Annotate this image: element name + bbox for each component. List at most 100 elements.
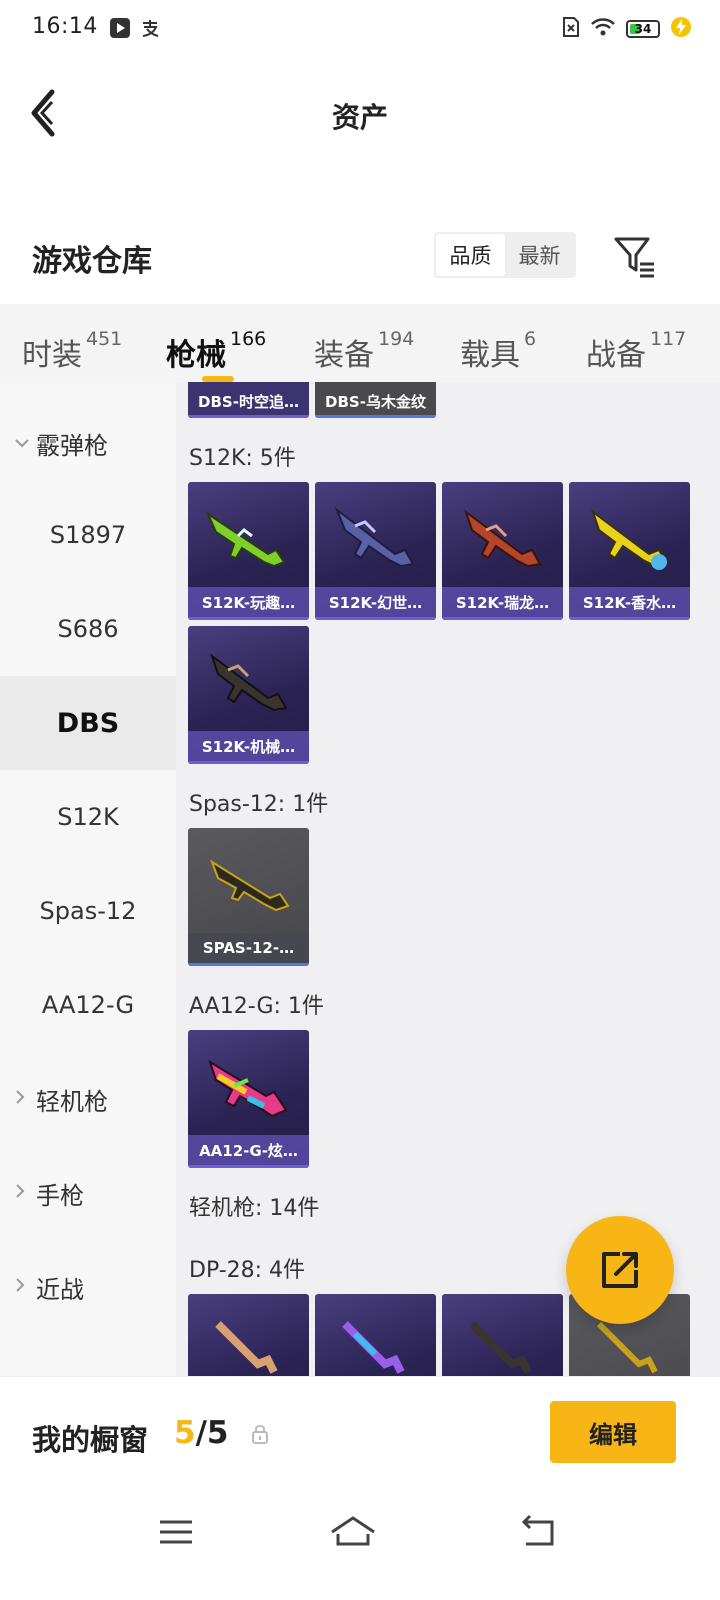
gun-image [591, 509, 669, 570]
sidebar-item-label: Spas-12 [39, 897, 137, 925]
item-row: S12K-机械… [188, 626, 309, 764]
tab-count: 451 [86, 328, 123, 350]
item-card-s12k-5[interactable]: S12K-机械… [188, 626, 309, 764]
item-card-s12k-2[interactable]: S12K-幻世… [315, 482, 436, 620]
chevron-right-icon [14, 1277, 36, 1298]
sidebar-item-dbs[interactable]: DBS [0, 676, 176, 770]
tab-fashion[interactable]: 时装 451 [22, 304, 122, 382]
showcase-title: 我的橱窗 [32, 1423, 149, 1457]
item-card-dbs-1[interactable]: DBS-时空追… [188, 382, 309, 418]
battery-icon: 34 [626, 20, 660, 38]
sidebar-item-s12k[interactable]: S12K [0, 770, 176, 864]
section-title-lmg: 轻机枪: 14件 [189, 1196, 320, 1221]
chevron-right-icon [14, 1089, 36, 1110]
chevron-right-icon [14, 1183, 36, 1204]
category-sidebar: 霰弹枪 S1897 S686 DBS S12K Spas-12 AA12-G 轻… [0, 382, 176, 1402]
sidebar-item-label: S686 [57, 615, 119, 643]
chevron-down-icon [14, 433, 36, 454]
item-label: AA12-G-炫… [188, 1135, 309, 1165]
tab-vehicles[interactable]: 载具 6 [460, 304, 536, 382]
filter-button[interactable] [612, 234, 658, 280]
no-sim-icon [562, 16, 580, 42]
warehouse-row: 游戏仓库 品质 最新 [0, 220, 720, 296]
item-row: AA12-G-炫… [188, 1030, 309, 1168]
tab-guns[interactable]: 枪械 166 [166, 304, 266, 382]
item-label: S12K-玩趣… [188, 587, 309, 617]
item-card-dbs-2[interactable]: DBS-乌木金纹 [315, 382, 436, 418]
page-title: 资产 [331, 101, 388, 134]
item-label: DBS-乌木金纹 [325, 393, 426, 411]
sidebar-group-label: 近战 [36, 1275, 84, 1304]
showcase-total: 5 [206, 1415, 229, 1451]
gun-image [210, 859, 290, 912]
sidebar-group-label: 轻机枪 [36, 1087, 108, 1116]
item-label: S12K-机械… [188, 731, 309, 761]
status-time: 16:14 [32, 14, 98, 39]
tab-count: 194 [378, 328, 415, 350]
section-title-s12k: S12K: 5件 [189, 446, 296, 471]
menu-button[interactable] [156, 1512, 206, 1552]
share-button[interactable] [566, 1216, 674, 1324]
sidebar-group-shotgun[interactable]: 霰弹枪 [0, 398, 176, 488]
sidebar-item-label: AA12-G [41, 991, 135, 1019]
showcase-current: 5 [174, 1415, 196, 1451]
filter-icon [614, 237, 654, 278]
item-label: S12K-幻世… [315, 587, 436, 617]
gun-image [208, 1059, 288, 1118]
wifi-icon [590, 17, 616, 41]
category-tabs: 时装 451 枪械 166 装备 194 载具 6 战备 117 [0, 304, 720, 382]
sidebar-item-spas12[interactable]: Spas-12 [0, 864, 176, 958]
section-title-dp28: DP-28: 4件 [189, 1258, 306, 1283]
edit-button[interactable]: 编辑 [550, 1401, 676, 1463]
showcase-count: 5/5 [174, 1415, 228, 1451]
gun-image [205, 511, 286, 568]
back-system-button[interactable] [518, 1512, 568, 1552]
tab-label: 战备 [586, 338, 646, 373]
share-icon [602, 1252, 638, 1288]
item-card-s12k-3[interactable]: S12K-瑞龙… [442, 482, 563, 620]
item-card-s12k-4[interactable]: S12K-香水… [569, 482, 690, 620]
sidebar-group-pistol[interactable]: 手枪 [0, 1146, 176, 1240]
return-icon [521, 1514, 554, 1546]
sidebar-group-lmg[interactable]: 轻机枪 [0, 1052, 176, 1146]
tab-equipment[interactable]: 装备 194 [314, 304, 414, 382]
header: 资产 [0, 56, 720, 172]
tab-label: 时装 [22, 338, 82, 373]
item-row: SPAS-12-… [188, 828, 309, 966]
tab-supplies[interactable]: 战备 117 [586, 304, 686, 382]
sidebar-item-aa12g[interactable]: AA12-G [0, 958, 176, 1052]
sidebar-item-label: S1897 [49, 521, 127, 549]
tab-label: 装备 [314, 338, 374, 373]
gun-image [210, 653, 288, 712]
sort-quality-button[interactable]: 品质 [436, 234, 505, 276]
item-row: S12K-玩趣… S12K-幻世… S12K-瑞龙… S12K-香水… [188, 482, 690, 620]
showcase-bar: 我的橱窗 5/5 编辑 [0, 1376, 720, 1488]
sidebar-group-melee[interactable]: 近战 [0, 1240, 176, 1334]
sidebar-item-s1897[interactable]: S1897 [0, 488, 176, 582]
item-card-spas12-1[interactable]: SPAS-12-… [188, 828, 309, 966]
item-label: S12K-瑞龙… [442, 587, 563, 617]
item-card-s12k-1[interactable]: S12K-玩趣… [188, 482, 309, 620]
gun-image [334, 507, 415, 568]
status-bar: 16:14 34 [0, 0, 720, 56]
item-label: DBS-时空追… [198, 393, 299, 411]
sort-latest-button[interactable]: 最新 [505, 234, 574, 276]
sidebar-item-label: S12K [57, 803, 119, 831]
home-button[interactable] [328, 1512, 378, 1552]
tab-count: 117 [650, 328, 687, 350]
showcase-separator: / [195, 1415, 207, 1451]
warehouse-title: 游戏仓库 [32, 244, 152, 279]
menu-icon [160, 1520, 192, 1544]
sidebar-item-s686[interactable]: S686 [0, 582, 176, 676]
tab-label: 载具 [460, 338, 520, 373]
item-label: SPAS-12-… [188, 933, 309, 963]
tab-label: 枪械 [166, 338, 226, 373]
item-card-aa12g-1[interactable]: AA12-G-炫… [188, 1030, 309, 1168]
section-title-aa12g: AA12-G: 1件 [189, 994, 324, 1019]
system-navigation-bar [0, 1490, 720, 1600]
gun-image [464, 509, 542, 568]
sidebar-item-label: DBS [56, 707, 120, 739]
sidebar-group-label: 霰弹枪 [36, 431, 108, 460]
battery-level: 34 [634, 22, 652, 36]
section-title-spas12: Spas-12: 1件 [189, 792, 329, 817]
